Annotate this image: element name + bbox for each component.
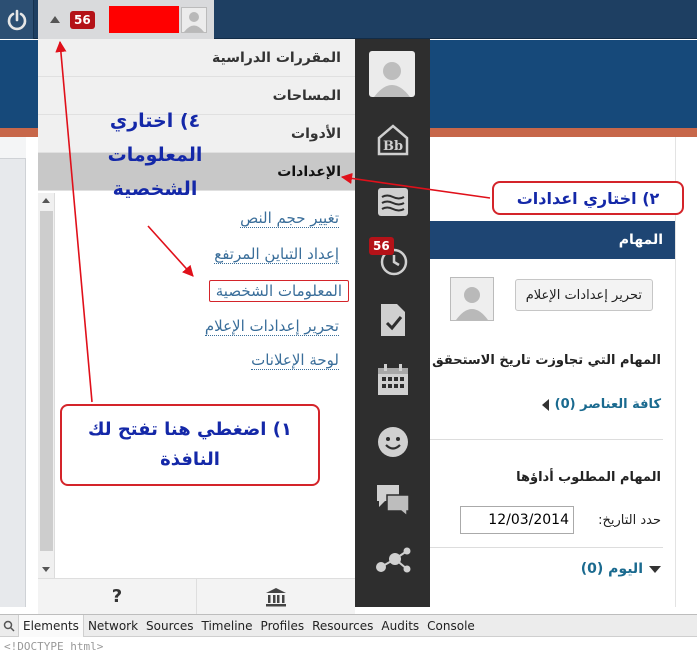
devtools-tab-profiles[interactable]: Profiles xyxy=(257,615,309,637)
annotation-step-4-line-3: الشخصية xyxy=(112,178,198,200)
devtools-tabbar: Elements Network Sources Timeline Profil… xyxy=(0,614,697,637)
annotation-step-1: ١) اضغطي هنا تفتح لك النافذة xyxy=(60,404,320,486)
devtools-tab-elements[interactable]: Elements xyxy=(18,614,84,637)
annotation-step-4-line-1: ٤) اختاري xyxy=(109,110,201,132)
devtools-tab-network[interactable]: Network xyxy=(84,615,142,637)
inspect-search-icon[interactable] xyxy=(0,615,18,637)
devtools-tab-timeline[interactable]: Timeline xyxy=(198,615,257,637)
arrow-to-personal-info xyxy=(147,225,194,277)
annotation-step-2-text: ٢) اختاري اعدادات xyxy=(516,188,660,208)
devtools-tab-sources[interactable]: Sources xyxy=(142,615,197,637)
devtools-panel: Elements Network Sources Timeline Profil… xyxy=(0,614,697,652)
annotation-step-4: ٤) اختاري المعلومات الشخصية xyxy=(100,104,210,206)
arrow-to-settings xyxy=(340,172,491,199)
devtools-tab-resources[interactable]: Resources xyxy=(308,615,377,637)
arrow-to-menu-toggle xyxy=(55,40,93,403)
doctype-line: <!DOCTYPE html> xyxy=(0,637,697,652)
annotation-step-1-text: ١) اضغطي هنا تفتح لك النافذة xyxy=(88,419,292,470)
annotation-step-4-line-2: المعلومات xyxy=(107,144,203,166)
devtools-tab-console[interactable]: Console xyxy=(423,615,479,637)
devtools-tab-audits[interactable]: Audits xyxy=(377,615,423,637)
annotation-step-2: ٢) اختاري اعدادات xyxy=(492,181,684,215)
annotation-arrows xyxy=(55,40,491,403)
